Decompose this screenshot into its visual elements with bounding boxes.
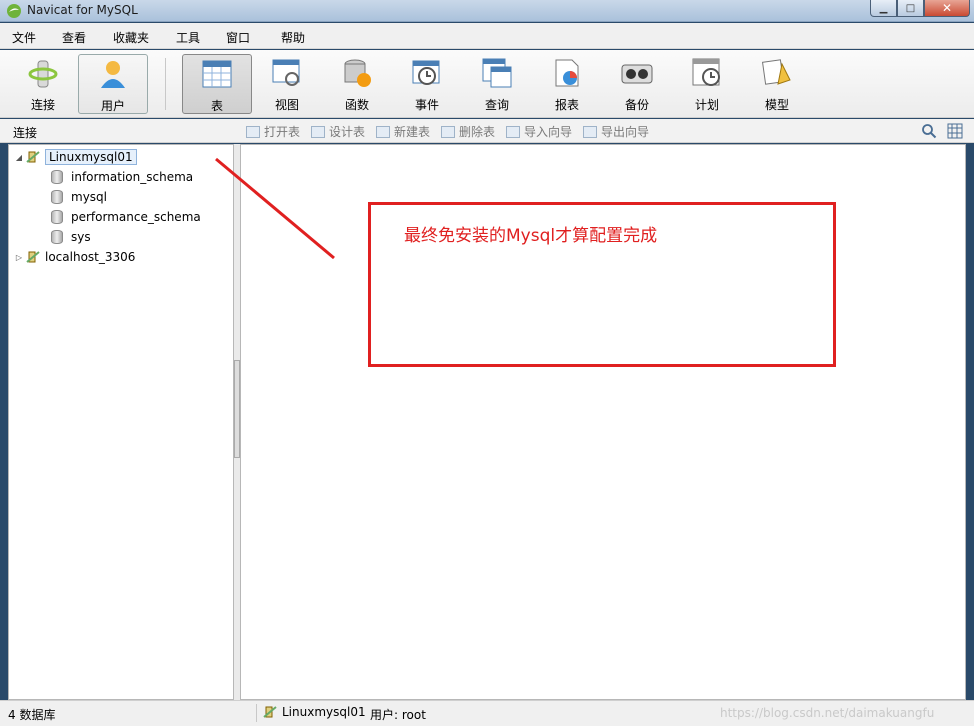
connection-pane-label: 连接 [13,126,38,140]
status-connection: Linuxmysql01 [262,705,366,719]
query-icon [482,58,512,88]
database-icon [51,230,63,244]
schedule-icon [692,58,720,86]
toolbar-event-button[interactable]: 事件 [392,54,462,114]
menu-favorites[interactable]: 收藏夹 [113,29,149,46]
toolbar-backup-button[interactable]: 备份 [602,54,672,114]
object-toolbar: 连接 打开表 设计表 新建表 删除表 导入向导 导出向导 [0,119,974,143]
connection-icon [263,706,277,718]
menu-tools[interactable]: 工具 [176,29,200,46]
title-bar: Navicat for MySQL ▁ □ ✕ [0,0,974,22]
export-icon [583,125,597,138]
tree-connection-localhost-3306[interactable]: ▷ localhost_3306 [13,247,135,267]
import-icon [506,125,520,138]
toolbar-function-button[interactable]: 函数 [322,54,392,114]
view-icon [272,59,300,86]
toolbar-model-button[interactable]: 模型 [742,54,812,114]
status-bar: 4 数据库 Linuxmysql01 用户: root https://blog… [0,700,974,726]
function-icon [344,59,371,87]
report-icon [555,59,579,87]
tree-connection-linuxmysql01[interactable]: ◢ Linuxmysql01 [13,147,137,167]
menu-window[interactable]: 窗口 [226,29,250,46]
tree-db-information-schema[interactable]: information_schema [51,167,193,187]
expanded-arrow-icon[interactable]: ◢ [13,153,25,162]
new-table-icon [376,125,390,138]
delete-table-icon [441,125,455,138]
toolbar-schedule-button[interactable]: 计划 [672,54,742,114]
toolbar-user-button[interactable]: 用户 [78,54,148,114]
database-icon [51,190,63,204]
collapsed-arrow-icon[interactable]: ▷ [13,253,25,262]
toolbar-report-button[interactable]: 报表 [532,54,602,114]
menu-file[interactable]: 文件 [12,29,36,46]
toolbar-query-button[interactable]: 查询 [462,54,532,114]
close-icon: ✕ [941,1,953,15]
model-icon [762,59,791,85]
open-table-button[interactable]: 打开表 [246,123,300,140]
connection-tree: ◢ Linuxmysql01 information_schema mysql … [8,144,234,700]
toolbar-view-button[interactable]: 视图 [252,54,322,114]
connection-icon [26,151,40,163]
database-icon [51,170,63,184]
maximize-button[interactable]: □ [897,0,924,17]
backup-icon [621,64,653,84]
open-table-icon [246,125,260,138]
search-icon[interactable] [921,123,937,139]
minimize-button[interactable]: ▁ [870,0,897,17]
navicat-logo-icon [7,4,21,18]
minimize-icon: ▁ [879,2,888,14]
database-count: 4 数据库 [8,708,56,722]
watermark-text: https://blog.csdn.net/daimakuangfu [720,706,935,720]
menu-bar: 文件 查看 收藏夹 工具 窗口 帮助 [0,23,974,49]
tree-db-performance-schema[interactable]: performance_schema [51,207,201,227]
toolbar-connection-button[interactable]: 连接 [8,54,78,114]
close-button[interactable]: ✕ [924,0,970,17]
window-title: Navicat for MySQL [27,3,138,17]
table-icon [202,60,232,88]
new-table-button[interactable]: 新建表 [376,123,430,140]
main-toolbar: 连接 用户 表 视图 函数 事件 查询 报表 备份 计划 模型 [0,50,974,118]
event-icon [412,60,440,85]
maximize-icon: □ [905,2,916,14]
connection-icon [26,251,40,263]
design-table-icon [311,125,325,138]
design-table-button[interactable]: 设计表 [311,123,365,140]
annotation-text: 最终免安装的Mysql才算配置完成 [404,226,658,246]
delete-table-button[interactable]: 删除表 [441,123,495,140]
tree-db-sys[interactable]: sys [51,227,91,247]
status-user: 用户: root [370,708,426,722]
database-icon [51,210,63,224]
menu-help[interactable]: 帮助 [281,29,305,46]
export-wizard-button[interactable]: 导出向导 [583,123,649,140]
tree-db-mysql[interactable]: mysql [51,187,107,207]
toolbar-table-button[interactable]: 表 [182,54,252,114]
user-icon [101,61,125,88]
grid-view-icon[interactable] [947,123,963,139]
connection-icon [28,60,58,88]
menu-view[interactable]: 查看 [62,29,86,46]
import-wizard-button[interactable]: 导入向导 [506,123,572,140]
